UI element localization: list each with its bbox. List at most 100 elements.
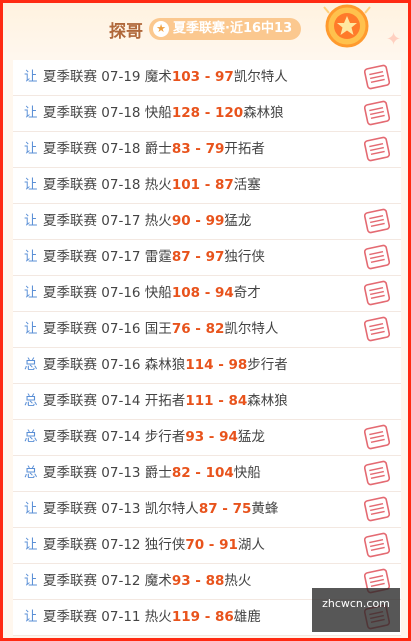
away-team: 黄蜂 — [251, 501, 279, 517]
match-line: 夏季联赛 07-16 国王76 - 82凯尔特人 — [43, 312, 278, 347]
match-line: 夏季联赛 07-18 快船128 - 120森林狼 — [43, 96, 284, 131]
bet-type-tag: 让 — [24, 177, 38, 193]
stamp-icon — [364, 136, 390, 162]
away-team: 凯尔特人 — [233, 69, 288, 85]
match-info: 夏季联赛 07-18 爵士 — [43, 141, 172, 157]
match-line: 夏季联赛 07-18 热火101 - 87活塞 — [43, 168, 261, 203]
stamp-icon — [364, 532, 390, 558]
match-line: 夏季联赛 07-11 热火119 - 86雄鹿 — [43, 600, 261, 635]
list-item[interactable]: 总夏季联赛 07-14 步行者93 - 94猛龙 — [13, 420, 401, 456]
star-icon: ★ — [153, 21, 169, 37]
match-info: 夏季联赛 07-18 热火 — [43, 177, 172, 193]
match-info: 夏季联赛 07-12 魔术 — [43, 573, 172, 589]
bet-type-tag: 让 — [24, 501, 38, 517]
list-item[interactable]: 让夏季联赛 07-12 独行侠70 - 91湖人 — [13, 528, 401, 564]
match-info: 夏季联赛 07-19 魔术 — [43, 69, 172, 85]
watermark-url: zhcwcn.com — [322, 597, 390, 610]
list-item[interactable]: 让夏季联赛 07-18 热火101 - 87活塞 — [13, 168, 401, 204]
bet-type-tag: 让 — [24, 105, 38, 121]
stamp-icon — [364, 424, 390, 450]
match-line: 夏季联赛 07-17 雷霆87 - 97独行侠 — [43, 240, 265, 275]
stamp-icon — [364, 496, 390, 522]
match-info: 夏季联赛 07-14 步行者 — [43, 429, 186, 445]
match-score: 108 - 94 — [171, 285, 234, 301]
bet-type-tag: 总 — [24, 465, 38, 481]
match-info: 夏季联赛 07-11 热火 — [43, 609, 172, 625]
match-score: 70 - 91 — [185, 537, 238, 553]
list-item[interactable]: 让夏季联赛 07-16 国王76 - 82凯尔特人 — [13, 312, 401, 348]
match-info: 夏季联赛 07-17 雷霆 — [43, 249, 172, 265]
away-team: 独行侠 — [224, 249, 265, 265]
list-item[interactable]: 让夏季联赛 07-19 魔术103 - 97凯尔特人 — [13, 60, 401, 96]
stamp-icon — [364, 244, 390, 270]
bet-type-tag: 让 — [24, 321, 38, 337]
match-line: 夏季联赛 07-14 步行者93 - 94猛龙 — [43, 420, 265, 455]
match-info: 夏季联赛 07-13 爵士 — [43, 465, 172, 481]
list-item[interactable]: 总夏季联赛 07-13 爵士82 - 104快船 — [13, 456, 401, 492]
list-item[interactable]: 让夏季联赛 07-18 快船128 - 120森林狼 — [13, 96, 401, 132]
list-item[interactable]: 让夏季联赛 07-16 快船108 - 94奇才 — [13, 276, 401, 312]
match-score: 90 - 99 — [171, 213, 225, 229]
match-score: 83 - 79 — [171, 141, 225, 157]
list-item[interactable]: 让夏季联赛 07-17 雷霆87 - 97独行侠 — [13, 240, 401, 276]
list-item[interactable]: 总夏季联赛 07-16 森林狼114 - 98步行者 — [13, 348, 401, 384]
away-team: 热火 — [224, 573, 252, 589]
away-team: 开拓者 — [224, 141, 265, 157]
match-score: 82 - 104 — [171, 465, 234, 481]
list-item[interactable]: 让夏季联赛 07-13 凯尔特人87 - 75黄蜂 — [13, 492, 401, 528]
bet-type-tag: 总 — [24, 429, 38, 445]
away-team: 活塞 — [233, 177, 261, 193]
stamp-icon — [364, 208, 390, 234]
bet-type-tag: 让 — [24, 213, 38, 229]
bet-type-tag: 让 — [24, 141, 38, 157]
match-score: 114 - 98 — [185, 357, 248, 373]
bet-type-tag: 总 — [24, 393, 38, 409]
match-line: 夏季联赛 07-12 独行侠70 - 91湖人 — [43, 528, 265, 563]
watermark: zhcwcn.com — [312, 588, 400, 632]
list-item[interactable]: 让夏季联赛 07-17 热火90 - 99猛龙 — [13, 204, 401, 240]
away-team: 湖人 — [237, 537, 265, 553]
bet-type-tag: 让 — [24, 249, 38, 265]
away-team: 凯尔特人 — [224, 321, 279, 337]
match-score: 87 - 75 — [198, 501, 252, 517]
bet-type-tag: 让 — [24, 573, 38, 589]
away-team: 快船 — [233, 465, 261, 481]
away-team: 森林狼 — [243, 105, 284, 121]
match-line: 夏季联赛 07-14 开拓者111 - 84森林狼 — [43, 384, 288, 419]
match-score: 119 - 86 — [171, 609, 234, 625]
match-info: 夏季联赛 07-18 快船 — [43, 105, 172, 121]
sparkle-icon: ✦ — [386, 29, 402, 50]
away-team: 猛龙 — [224, 213, 252, 229]
away-team: 森林狼 — [247, 393, 288, 409]
record-badge: ★ 夏季联赛·近16中13 — [149, 18, 301, 40]
match-line: 夏季联赛 07-17 热火90 - 99猛龙 — [43, 204, 251, 239]
match-line: 夏季联赛 07-13 凯尔特人87 - 75黄蜂 — [43, 492, 278, 527]
match-score: 111 - 84 — [185, 393, 248, 409]
stamp-icon — [364, 460, 390, 486]
match-score: 101 - 87 — [171, 177, 234, 193]
list-item[interactable]: 总夏季联赛 07-14 开拓者111 - 84森林狼 — [13, 384, 401, 420]
list-item[interactable]: 让夏季联赛 07-18 爵士83 - 79开拓者 — [13, 132, 401, 168]
record-badge-label: 夏季联赛·近16中13 — [173, 21, 293, 36]
stamp-icon — [364, 280, 390, 306]
bet-type-tag: 让 — [24, 537, 38, 553]
match-score: 93 - 94 — [185, 429, 238, 445]
match-info: 夏季联赛 07-16 快船 — [43, 285, 172, 301]
match-info: 夏季联赛 07-14 开拓者 — [43, 393, 186, 409]
match-score: 87 - 97 — [171, 249, 225, 265]
match-score: 93 - 88 — [171, 573, 225, 589]
medal-star-icon — [323, 4, 371, 48]
match-score: 103 - 97 — [171, 69, 234, 85]
card-frame: 探哥 ★ 夏季联赛·近16中13 ✦ 让夏季联赛 07-19 魔术103 - 9… — [0, 0, 411, 641]
away-team: 猛龙 — [237, 429, 265, 445]
match-line: 夏季联赛 07-16 森林狼114 - 98步行者 — [43, 348, 288, 383]
bet-type-tag: 让 — [24, 69, 38, 85]
stamp-icon — [364, 64, 390, 90]
match-score: 76 - 82 — [171, 321, 225, 337]
match-info: 夏季联赛 07-17 热火 — [43, 213, 172, 229]
header: 探哥 ★ 夏季联赛·近16中13 ✦ — [3, 3, 408, 57]
stamp-icon — [364, 100, 390, 126]
match-info: 夏季联赛 07-16 森林狼 — [43, 357, 186, 373]
match-line: 夏季联赛 07-18 爵士83 - 79开拓者 — [43, 132, 265, 167]
bet-type-tag: 总 — [24, 357, 38, 373]
